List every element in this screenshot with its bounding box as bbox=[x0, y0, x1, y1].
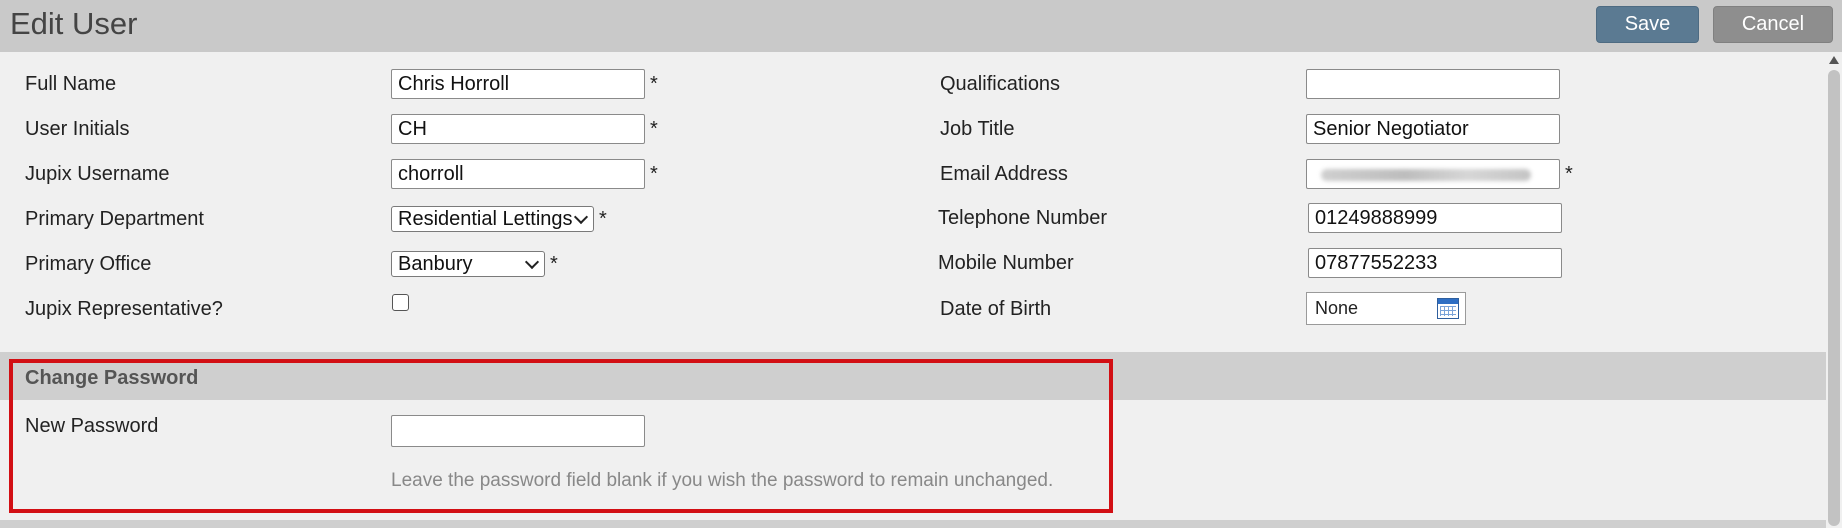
primary-office-label: Primary Office bbox=[25, 253, 152, 275]
page-title: Edit User bbox=[10, 6, 138, 41]
required-marker: * bbox=[550, 253, 558, 275]
primary-department-select[interactable]: Residential Lettings bbox=[391, 206, 594, 232]
required-marker: * bbox=[650, 73, 658, 95]
primary-office-value: Banbury bbox=[398, 253, 473, 275]
save-button[interactable]: Save bbox=[1596, 6, 1699, 43]
primary-department-label: Primary Department bbox=[25, 208, 204, 230]
date-of-birth-value: None bbox=[1315, 298, 1359, 318]
qualifications-field[interactable] bbox=[1306, 69, 1560, 99]
email-address-label: Email Address bbox=[940, 163, 1068, 185]
vertical-scrollbar[interactable] bbox=[1826, 52, 1842, 528]
header-bar: Edit User Save Cancel bbox=[0, 0, 1842, 52]
scrollbar-thumb[interactable] bbox=[1828, 70, 1840, 526]
user-initials-label: User Initials bbox=[25, 118, 130, 140]
highlight-box bbox=[9, 359, 1113, 513]
mobile-number-label: Mobile Number bbox=[938, 252, 1074, 274]
cancel-button[interactable]: Cancel bbox=[1713, 6, 1833, 43]
jupix-representative-checkbox[interactable] bbox=[392, 294, 409, 311]
required-marker: * bbox=[650, 118, 658, 140]
user-initials-field[interactable]: CH bbox=[391, 114, 645, 144]
full-name-label: Full Name bbox=[25, 73, 117, 95]
jupix-username-field[interactable]: chorroll bbox=[391, 159, 645, 189]
qualifications-label: Qualifications bbox=[940, 73, 1061, 95]
full-name-field[interactable]: Chris Horroll bbox=[391, 69, 645, 99]
obscured-email-value bbox=[1321, 169, 1531, 181]
job-title-label: Job Title bbox=[940, 118, 1015, 140]
job-title-field[interactable]: Senior Negotiator bbox=[1306, 114, 1560, 144]
email-address-field[interactable] bbox=[1306, 159, 1560, 189]
scroll-up-arrow-icon[interactable] bbox=[1829, 56, 1839, 64]
mobile-number-field[interactable]: 07877552233 bbox=[1308, 248, 1562, 278]
date-of-birth-field[interactable]: None bbox=[1306, 292, 1466, 325]
chevron-down-icon bbox=[524, 254, 540, 270]
telephone-number-label: Telephone Number bbox=[938, 207, 1107, 229]
primary-department-value: Residential Lettings bbox=[398, 208, 573, 230]
date-of-birth-label: Date of Birth bbox=[940, 298, 1052, 320]
chevron-down-icon bbox=[573, 209, 589, 225]
next-section-band bbox=[0, 520, 1826, 528]
required-marker: * bbox=[1565, 163, 1573, 185]
jupix-username-label: Jupix Username bbox=[25, 163, 170, 185]
required-marker: * bbox=[650, 163, 658, 185]
telephone-number-field[interactable]: 01249888999 bbox=[1308, 203, 1562, 233]
required-marker: * bbox=[599, 208, 607, 230]
jupix-representative-label: Jupix Representative? bbox=[25, 298, 223, 320]
primary-office-select[interactable]: Banbury bbox=[391, 251, 545, 277]
calendar-icon[interactable] bbox=[1437, 298, 1459, 319]
